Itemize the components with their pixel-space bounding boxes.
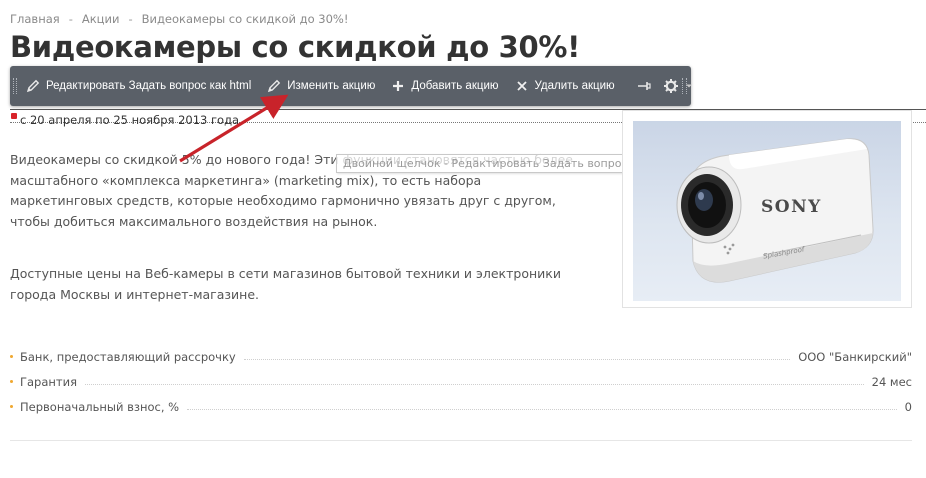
delete-promotion-label: Удалить акцию: [534, 80, 615, 92]
spec-value: 0: [904, 399, 912, 414]
product-brand-logo: SONY: [761, 197, 822, 217]
bullet-icon: [10, 380, 13, 383]
page-title: Видеокамеры со скидкой до 30%!: [10, 30, 581, 64]
promotion-dates: с 20 апреля по 25 ноября 2013 года.: [20, 113, 243, 127]
pin-toolbar-button[interactable]: [631, 66, 657, 106]
close-icon: [516, 81, 527, 91]
breadcrumb-separator: -: [68, 12, 73, 26]
change-promotion-button[interactable]: Изменить акцию: [259, 66, 383, 106]
spec-row: Банк, предоставляющий рассрочку ООО "Бан…: [10, 344, 912, 369]
gear-icon: [663, 79, 678, 93]
breadcrumb-separator: -: [128, 12, 133, 26]
bullet-icon: [10, 405, 13, 408]
promotion-specs-list: Банк, предоставляющий рассрочку ООО "Бан…: [10, 344, 912, 419]
spec-value: ООО "Банкирский": [798, 349, 912, 364]
toolbar-drag-handle[interactable]: [13, 78, 17, 94]
edit-area-marker[interactable]: [11, 113, 17, 119]
spec-name: Гарантия: [20, 374, 78, 389]
spec-name: Первоначальный взнос, %: [20, 399, 180, 414]
spec-value: 24 мес: [871, 374, 912, 389]
product-image: SONY Splashproof: [633, 121, 901, 301]
toolbar-drag-handle[interactable]: [682, 78, 687, 94]
pencil-icon: [26, 79, 40, 93]
bullet-icon: [10, 355, 13, 358]
edit-ask-question-button[interactable]: Редактировать Задать вопрос как html: [18, 66, 259, 106]
spec-leader-line: [187, 409, 897, 410]
section-divider: [10, 440, 912, 441]
spec-name: Банк, предоставляющий рассрочку: [20, 349, 236, 364]
delete-promotion-button[interactable]: Удалить акцию: [507, 66, 623, 106]
add-promotion-button[interactable]: Добавить акцию: [383, 66, 506, 106]
admin-edit-toolbar: Редактировать Задать вопрос как html Изм…: [10, 66, 692, 106]
spec-leader-line: [85, 384, 864, 385]
spec-row: Гарантия 24 мес: [10, 369, 912, 394]
pencil-icon: [268, 79, 281, 93]
breadcrumb-promotions-link[interactable]: Акции: [82, 12, 120, 26]
breadcrumb-current: Видеокамеры со скидкой до 30%!: [141, 12, 349, 26]
product-image-frame[interactable]: SONY Splashproof: [622, 110, 912, 308]
breadcrumb-home-link[interactable]: Главная: [10, 12, 60, 26]
spec-row: Первоначальный взнос, % 0: [10, 394, 912, 419]
add-promotion-label: Добавить акцию: [411, 80, 499, 92]
spec-leader-line: [243, 359, 791, 360]
edit-ask-question-label: Редактировать Задать вопрос как html: [46, 80, 252, 92]
pin-icon: [637, 82, 651, 90]
settings-menu-button[interactable]: [657, 66, 699, 106]
change-promotion-label: Изменить акцию: [287, 80, 376, 92]
plus-icon: [393, 81, 404, 91]
breadcrumb: Главная - Акции - Видеокамеры со скидкой до …: [10, 12, 348, 26]
promotion-description-secondary: Доступные цены на Веб-камеры в сети мага…: [10, 266, 561, 302]
